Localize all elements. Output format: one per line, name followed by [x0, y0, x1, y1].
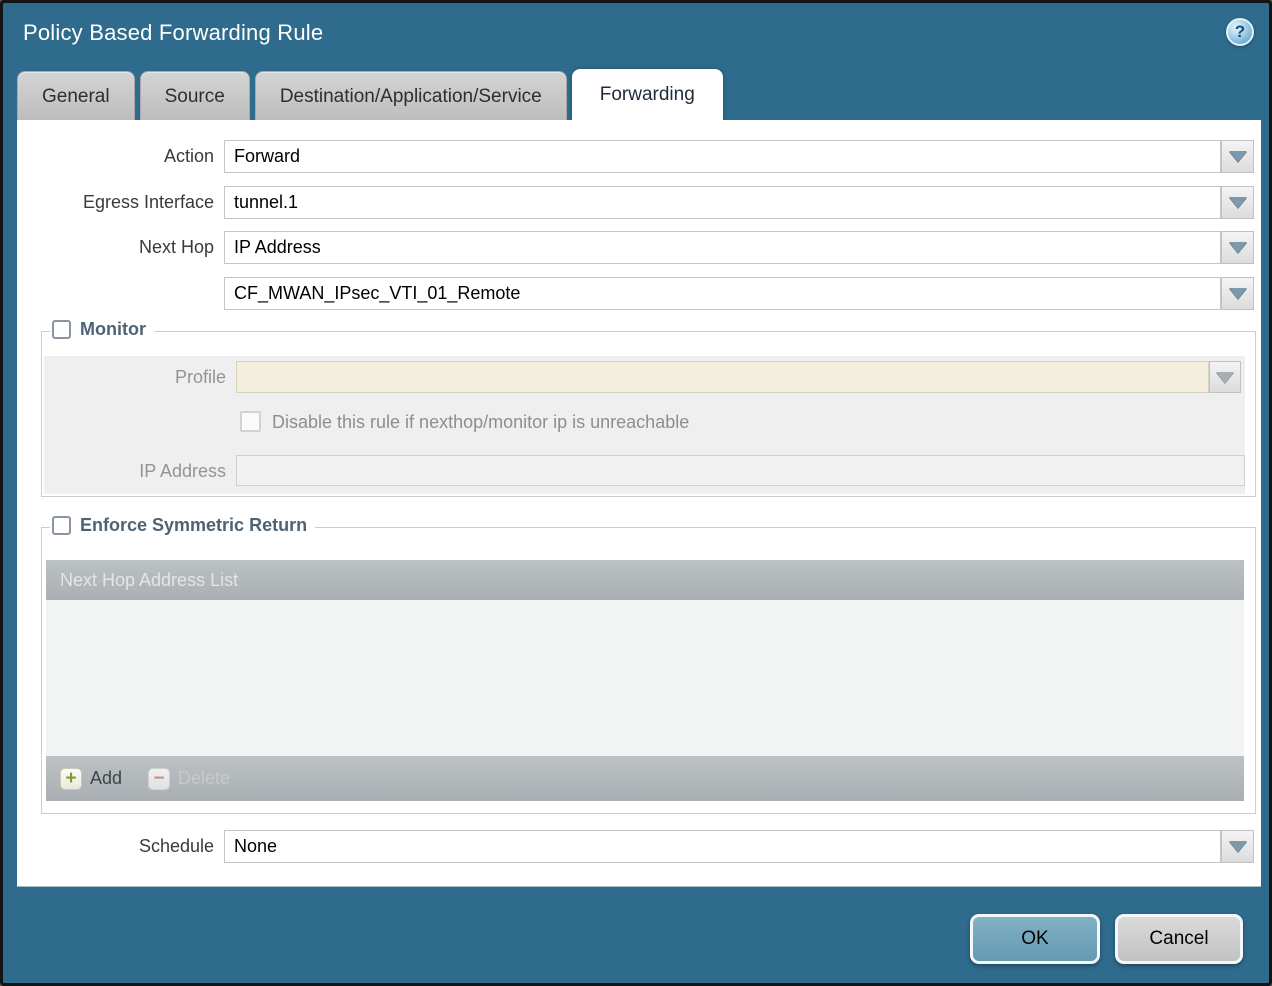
tab-destination-application-service[interactable]: Destination/Application/Service	[255, 71, 567, 120]
minus-icon: −	[148, 768, 170, 790]
next-hop-label: Next Hop	[17, 231, 214, 264]
help-icon[interactable]: ?	[1226, 18, 1254, 46]
next-hop-address-list-table: Next Hop Address List + Add − Delete	[46, 560, 1244, 801]
tab-bar: General Source Destination/Application/S…	[17, 69, 723, 120]
delete-button-label: Delete	[178, 768, 230, 789]
schedule-label: Schedule	[17, 830, 214, 863]
profile-label: Profile	[42, 361, 226, 393]
policy-based-forwarding-rule-dialog: Policy Based Forwarding Rule ? General S…	[0, 0, 1272, 986]
disable-rule-label: Disable this rule if nexthop/monitor ip …	[272, 411, 689, 434]
monitor-legend: Monitor	[50, 319, 154, 340]
tab-source[interactable]: Source	[140, 71, 250, 120]
forwarding-tab-panel: Action Forward Egress Interface tunnel.1…	[17, 120, 1261, 887]
action-label: Action	[17, 140, 214, 173]
egress-interface-dropdown-button[interactable]	[1221, 186, 1254, 219]
tab-forwarding[interactable]: Forwarding	[572, 69, 723, 120]
add-button-label: Add	[90, 768, 122, 789]
monitor-checkbox[interactable]	[52, 320, 71, 339]
action-dropdown-button[interactable]	[1221, 140, 1254, 173]
egress-interface-input[interactable]: tunnel.1	[224, 186, 1221, 219]
enforce-symmetric-return-legend: Enforce Symmetric Return	[50, 515, 315, 536]
next-hop-dropdown-button[interactable]	[1221, 231, 1254, 264]
disable-rule-checkbox	[240, 411, 261, 432]
next-hop-address-input[interactable]: CF_MWAN_IPsec_VTI_01_Remote	[224, 277, 1221, 310]
profile-dropdown-button	[1209, 361, 1241, 393]
egress-interface-label: Egress Interface	[17, 186, 214, 219]
chevron-down-icon	[1229, 841, 1247, 852]
schedule-input[interactable]: None	[224, 830, 1221, 863]
next-hop-address-list-footer: + Add − Delete	[46, 756, 1244, 801]
monitor-legend-label: Monitor	[80, 319, 146, 340]
chevron-down-icon	[1229, 288, 1247, 299]
tab-general[interactable]: General	[17, 71, 135, 120]
enforce-symmetric-return-fieldset: Enforce Symmetric Return Next Hop Addres…	[41, 527, 1256, 814]
cancel-button[interactable]: Cancel	[1115, 914, 1243, 964]
next-hop-address-list-header: Next Hop Address List	[46, 560, 1244, 600]
monitor-fieldset: Monitor Profile Disable this rule if nex…	[41, 331, 1256, 497]
ok-button[interactable]: OK	[970, 914, 1100, 964]
chevron-down-icon	[1229, 242, 1247, 253]
profile-input	[236, 361, 1209, 393]
chevron-down-icon	[1229, 151, 1247, 162]
chevron-down-icon	[1216, 372, 1234, 383]
next-hop-address-dropdown-button[interactable]	[1221, 277, 1254, 310]
dialog-title: Policy Based Forwarding Rule	[23, 20, 323, 46]
next-hop-type-input[interactable]: IP Address	[224, 231, 1221, 264]
delete-button: − Delete	[148, 768, 230, 790]
plus-icon: +	[60, 768, 82, 790]
monitor-ip-address-label: IP Address	[42, 455, 226, 487]
schedule-dropdown-button[interactable]	[1221, 830, 1254, 863]
monitor-ip-address-input	[236, 455, 1245, 486]
enforce-symmetric-return-legend-label: Enforce Symmetric Return	[80, 515, 307, 536]
enforce-symmetric-return-checkbox[interactable]	[52, 516, 71, 535]
action-input[interactable]: Forward	[224, 140, 1221, 173]
next-hop-address-list-body[interactable]	[46, 600, 1244, 756]
chevron-down-icon	[1229, 197, 1247, 208]
add-button[interactable]: + Add	[60, 768, 122, 790]
